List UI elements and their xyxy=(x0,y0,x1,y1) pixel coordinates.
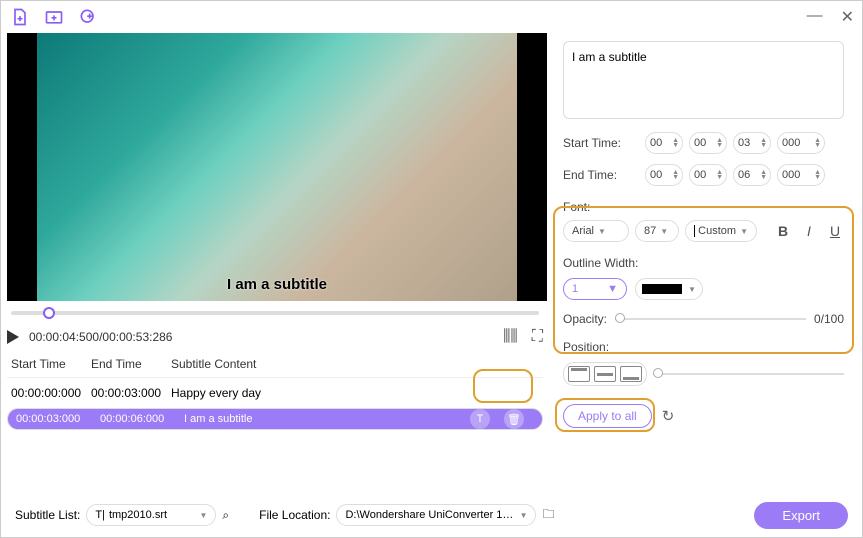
close-icon[interactable]: ✕ xyxy=(841,7,854,27)
start-ms[interactable]: 000▲▼ xyxy=(777,132,825,154)
position-slider[interactable] xyxy=(653,373,844,375)
seek-slider[interactable] xyxy=(7,307,543,319)
end-time-label: End Time: xyxy=(563,168,639,182)
reset-icon[interactable]: ↻ xyxy=(662,407,675,425)
file-location-label: File Location: xyxy=(259,508,330,522)
minimize-icon[interactable]: — xyxy=(807,7,823,27)
table-row[interactable]: 00:00:00:000 00:00:03:000 Happy every da… xyxy=(7,378,543,408)
play-button[interactable] xyxy=(7,330,19,344)
position-bottom[interactable] xyxy=(620,366,642,382)
add-subtitle-icon[interactable]: T xyxy=(470,409,490,429)
col-start: Start Time xyxy=(11,357,91,371)
search-icon[interactable]: ⌕ xyxy=(222,508,229,523)
end-ms[interactable]: 000▲▼ xyxy=(777,164,825,186)
start-ss[interactable]: 03▲▼ xyxy=(733,132,771,154)
end-hh[interactable]: 00▲▼ xyxy=(645,164,683,186)
add-file-icon[interactable] xyxy=(9,6,31,28)
start-time-label: Start Time: xyxy=(563,136,639,150)
position-middle[interactable] xyxy=(594,366,616,382)
start-mm[interactable]: 00▲▼ xyxy=(689,132,727,154)
file-location-select[interactable]: D:\Wondershare UniConverter 13\SubEd▼ xyxy=(336,504,536,526)
export-button[interactable]: Export xyxy=(754,502,848,529)
table-row[interactable]: 00:00:03:000 00:00:06:000 I am a subtitl… xyxy=(7,408,543,430)
preview-subtitle: I am a subtitle xyxy=(227,276,327,293)
position-top[interactable] xyxy=(568,366,590,382)
end-mm[interactable]: 00▲▼ xyxy=(689,164,727,186)
start-hh[interactable]: 00▲▼ xyxy=(645,132,683,154)
opacity-slider[interactable] xyxy=(615,318,806,320)
col-end: End Time xyxy=(91,357,171,371)
add-folder-icon[interactable] xyxy=(43,6,65,28)
subtitle-list-label: Subtitle List: xyxy=(15,508,80,522)
delete-subtitle-icon[interactable]: 🗑 xyxy=(504,409,524,429)
add-url-icon[interactable] xyxy=(77,6,99,28)
video-preview: I am a subtitle xyxy=(7,33,547,301)
end-ss[interactable]: 06▲▼ xyxy=(733,164,771,186)
subtitle-list-select[interactable]: T| tmp2010.srt▼ xyxy=(86,504,216,526)
fullscreen-icon[interactable]: ⛶ xyxy=(532,328,543,346)
time-display: 00:00:04:500/00:00:53:286 xyxy=(29,330,172,344)
subtitle-text-input[interactable] xyxy=(563,41,844,119)
browse-folder-icon[interactable]: 🗀 xyxy=(542,505,554,526)
waveform-icon[interactable]: ⫼⫼ xyxy=(503,328,518,346)
